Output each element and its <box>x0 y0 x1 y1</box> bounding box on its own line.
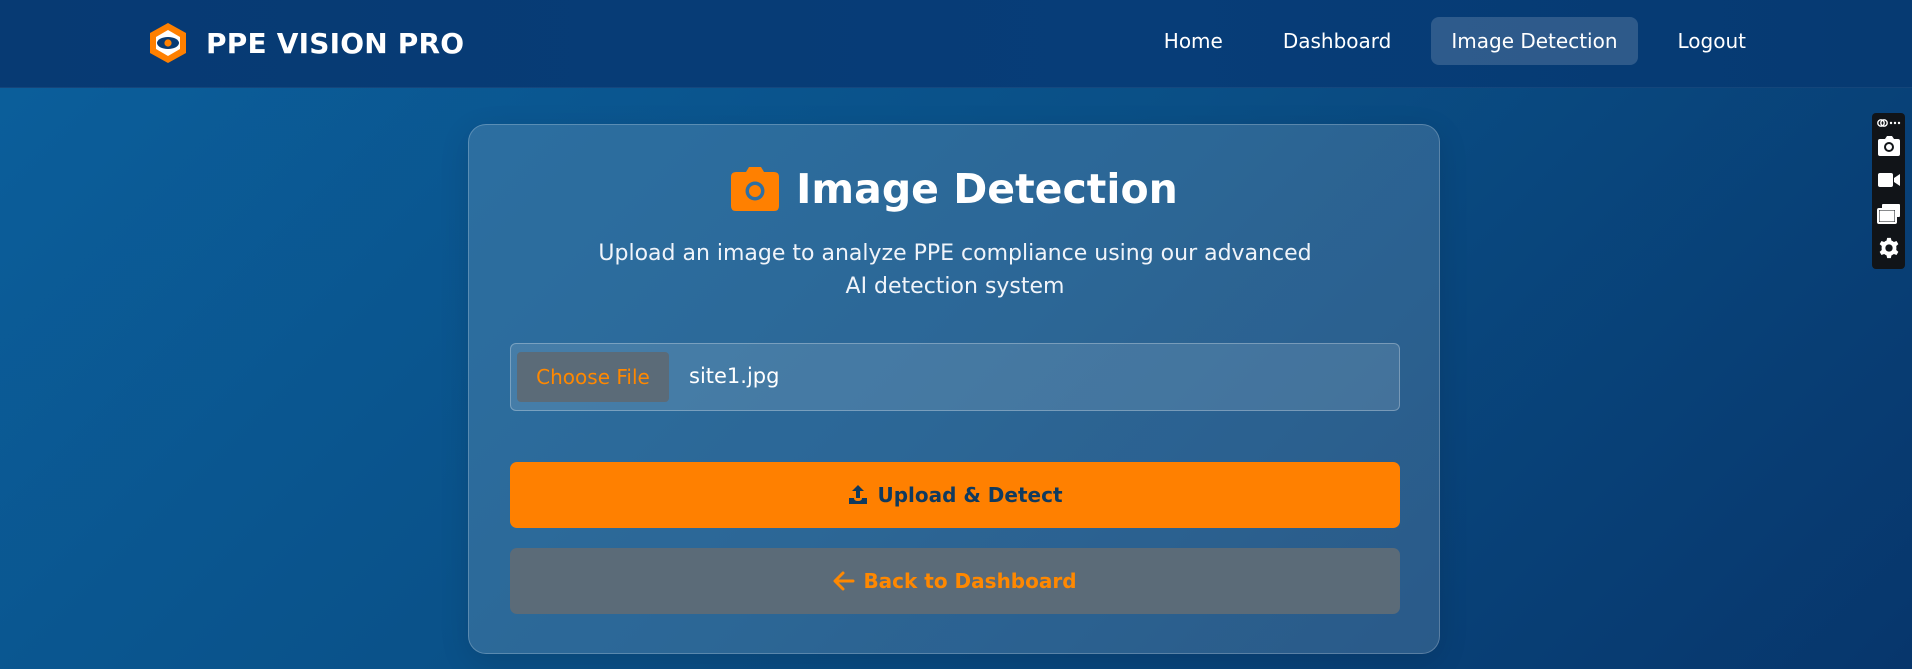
nav-image-detection[interactable]: Image Detection <box>1431 17 1638 65</box>
nav-home[interactable]: Home <box>1144 17 1243 65</box>
camera-icon[interactable] <box>1877 135 1901 157</box>
windows-icon[interactable] <box>1877 203 1901 225</box>
nav-links: Home Dashboard Image Detection Logout <box>1144 17 1766 65</box>
upload-detect-button[interactable]: Upload & Detect <box>510 462 1400 528</box>
upload-icon <box>849 485 868 504</box>
image-detection-card: Image Detection Upload an image to analy… <box>468 124 1440 654</box>
back-to-dashboard-button[interactable]: Back to Dashboard <box>510 548 1400 614</box>
selected-file-name: site1.jpg <box>689 364 780 388</box>
back-to-dashboard-label: Back to Dashboard <box>863 569 1077 593</box>
hex-eye-logo-icon <box>150 23 186 63</box>
brand[interactable]: PPE VISION PRO <box>146 18 464 68</box>
camera-icon <box>731 167 780 211</box>
top-navbar: PPE VISION PRO Home Dashboard Image Dete… <box>0 0 1912 88</box>
side-toolbar <box>1872 113 1905 269</box>
file-input[interactable]: Choose File site1.jpg <box>510 343 1400 411</box>
choose-file-button[interactable]: Choose File <box>517 352 669 402</box>
nav-dashboard[interactable]: Dashboard <box>1263 17 1412 65</box>
arrow-left-icon <box>833 571 855 591</box>
gear-icon[interactable] <box>1877 237 1901 259</box>
card-subtitle: Upload an image to analyze PPE complianc… <box>598 241 1312 299</box>
upload-detect-label: Upload & Detect <box>877 483 1063 507</box>
brand-name: PPE VISION PRO <box>206 26 465 60</box>
video-icon[interactable] <box>1877 169 1901 191</box>
link-more-icon[interactable] <box>1876 117 1902 129</box>
card-title: Image Detection <box>469 165 1439 213</box>
nav-logout[interactable]: Logout <box>1658 17 1766 65</box>
page-title: Image Detection <box>796 165 1178 213</box>
